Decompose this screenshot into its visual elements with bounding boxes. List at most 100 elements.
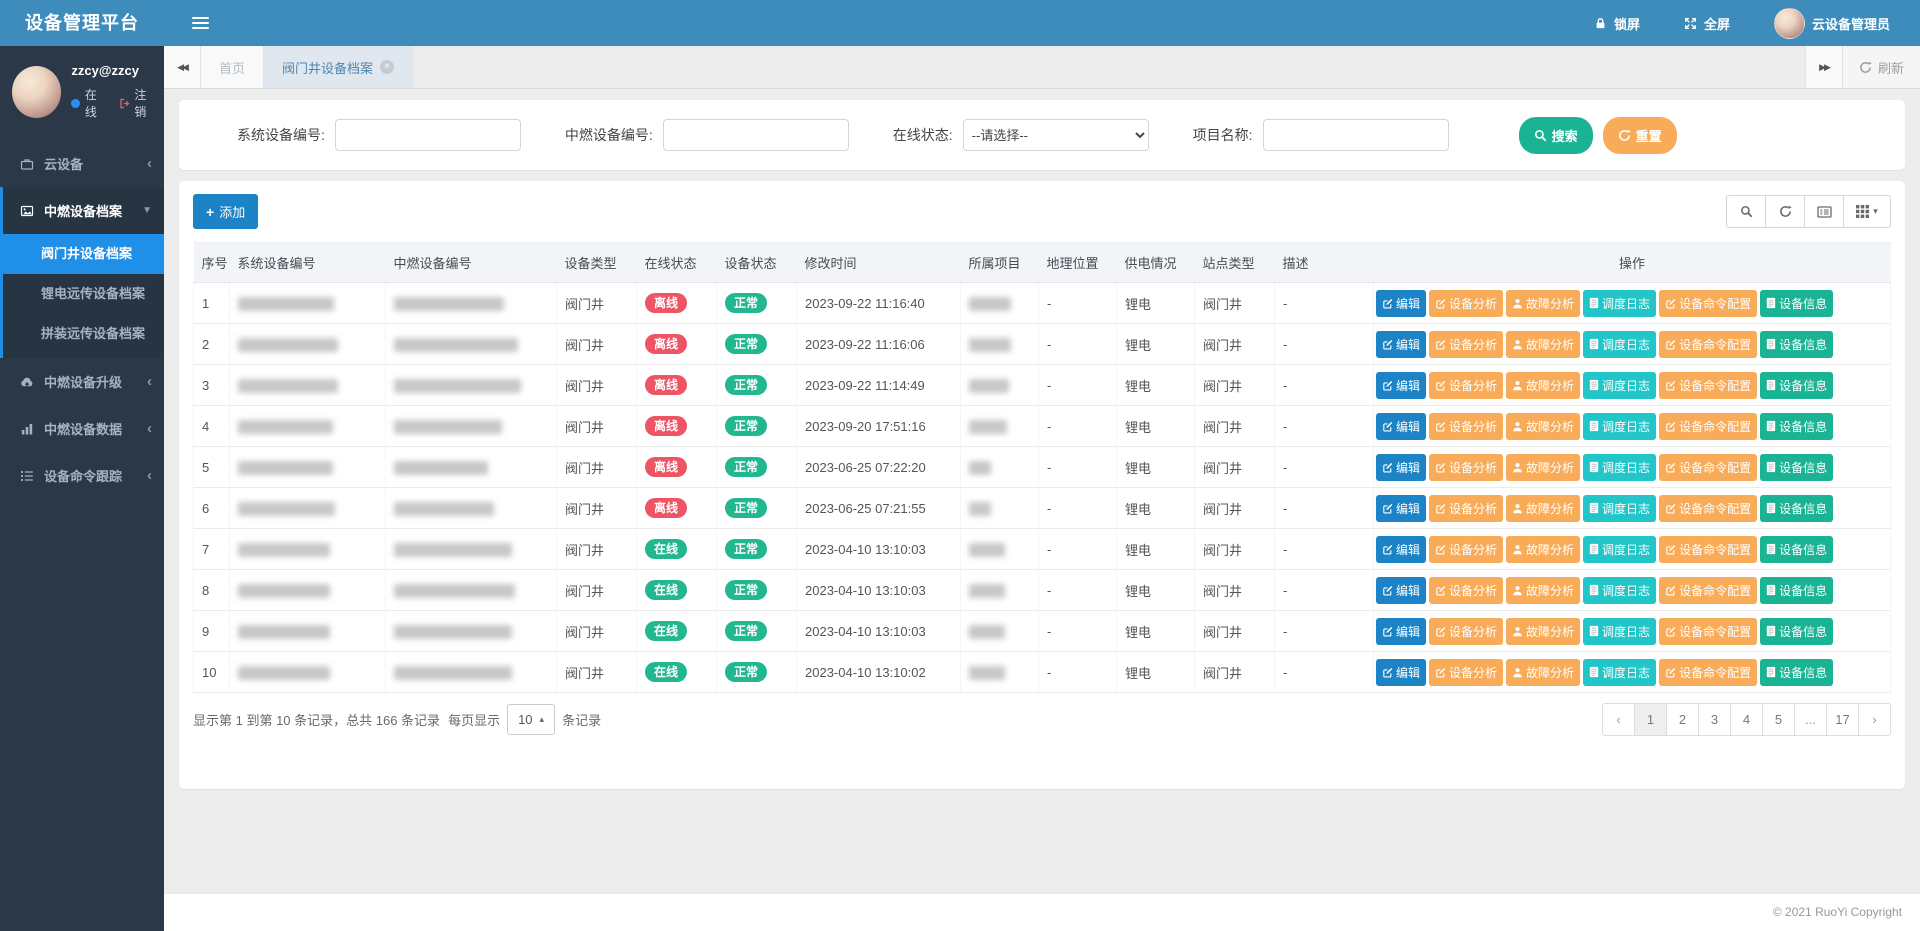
project-name-input[interactable] [1263, 119, 1449, 151]
tabs-scroll-right-button[interactable]: ▶▶ [1805, 46, 1842, 88]
dispatch-log-button[interactable]: 调度日志 [1583, 536, 1656, 563]
page-button[interactable]: 4 [1730, 703, 1763, 736]
sidebar-subitem[interactable]: 阀门井设备档案 [3, 234, 164, 274]
page-prev-button[interactable]: ‹ [1602, 703, 1635, 736]
page-button[interactable]: 17 [1826, 703, 1859, 736]
device-command-config-button[interactable]: 设备命令配置 [1659, 618, 1757, 645]
device-command-config-button[interactable]: 设备命令配置 [1659, 577, 1757, 604]
zr-device-no-input[interactable] [663, 119, 849, 151]
add-button[interactable]: + 添加 [193, 194, 258, 229]
edit-button[interactable]: 编辑 [1376, 413, 1426, 440]
table-detail-view-button[interactable] [1804, 195, 1844, 228]
device-command-config-button[interactable]: 设备命令配置 [1659, 413, 1757, 440]
user-menu[interactable]: 云设备管理员 [1774, 8, 1890, 39]
device-analysis-button[interactable]: 设备分析 [1429, 454, 1503, 481]
edit-button[interactable]: 编辑 [1376, 454, 1426, 481]
device-command-config-button[interactable]: 设备命令配置 [1659, 659, 1757, 686]
edit-button[interactable]: 编辑 [1376, 495, 1426, 522]
logout-button[interactable]: 注销 [119, 86, 156, 120]
device-info-button[interactable]: 设备信息 [1760, 331, 1833, 358]
device-analysis-button[interactable]: 设备分析 [1429, 536, 1503, 563]
dispatch-log-button[interactable]: 调度日志 [1583, 659, 1656, 686]
online-status-select[interactable]: --请选择-- [963, 119, 1149, 151]
device-analysis-button[interactable]: 设备分析 [1429, 413, 1503, 440]
fullscreen-button[interactable]: 全屏 [1684, 14, 1730, 33]
device-command-config-button[interactable]: 设备命令配置 [1659, 372, 1757, 399]
search-button[interactable]: 搜索 [1519, 117, 1593, 154]
page-button[interactable]: 2 [1666, 703, 1699, 736]
device-info-button[interactable]: 设备信息 [1760, 618, 1833, 645]
sidebar-subitem[interactable]: 锂电远传设备档案 [3, 274, 164, 314]
device-command-config-button[interactable]: 设备命令配置 [1659, 536, 1757, 563]
sidebar-item[interactable]: 中燃设备升级‹ [0, 358, 164, 405]
fault-analysis-button[interactable]: 故障分析 [1506, 618, 1580, 645]
table-refresh-button[interactable] [1765, 195, 1805, 228]
lock-screen-button[interactable]: 锁屏 [1594, 14, 1640, 33]
device-command-config-button[interactable]: 设备命令配置 [1659, 331, 1757, 358]
page-size-dropdown[interactable]: 10 ▴ [507, 704, 555, 735]
device-info-button[interactable]: 设备信息 [1760, 495, 1833, 522]
page-button[interactable]: 1 [1634, 703, 1667, 736]
edit-button[interactable]: 编辑 [1376, 618, 1426, 645]
fault-analysis-button[interactable]: 故障分析 [1506, 372, 1580, 399]
reset-button[interactable]: 重置 [1603, 117, 1677, 154]
page-button[interactable]: 5 [1762, 703, 1795, 736]
edit-button[interactable]: 编辑 [1376, 536, 1426, 563]
edit-button[interactable]: 编辑 [1376, 372, 1426, 399]
fault-analysis-button[interactable]: 故障分析 [1506, 290, 1580, 317]
page-button[interactable]: 3 [1698, 703, 1731, 736]
device-info-button[interactable]: 设备信息 [1760, 372, 1833, 399]
page-next-button[interactable]: › [1858, 703, 1891, 736]
tab-首页[interactable]: 首页 [201, 46, 264, 88]
device-analysis-button[interactable]: 设备分析 [1429, 618, 1503, 645]
edit-button[interactable]: 编辑 [1376, 331, 1426, 358]
fault-analysis-button[interactable]: 故障分析 [1506, 577, 1580, 604]
dispatch-log-button[interactable]: 调度日志 [1583, 618, 1656, 645]
refresh-tab-button[interactable]: 刷新 [1842, 46, 1920, 88]
sidebar-subitem[interactable]: 拼装远传设备档案 [3, 314, 164, 354]
dispatch-log-button[interactable]: 调度日志 [1583, 290, 1656, 317]
system-device-no-input[interactable] [335, 119, 521, 151]
close-icon[interactable]: × [380, 60, 394, 74]
fault-analysis-button[interactable]: 故障分析 [1506, 454, 1580, 481]
device-command-config-button[interactable]: 设备命令配置 [1659, 495, 1757, 522]
device-info-button[interactable]: 设备信息 [1760, 413, 1833, 440]
dispatch-log-button[interactable]: 调度日志 [1583, 495, 1656, 522]
tab-阀门井设备档案[interactable]: 阀门井设备档案× [264, 46, 413, 88]
device-info-button[interactable]: 设备信息 [1760, 577, 1833, 604]
device-command-config-button[interactable]: 设备命令配置 [1659, 290, 1757, 317]
dispatch-log-button[interactable]: 调度日志 [1583, 577, 1656, 604]
edit-button[interactable]: 编辑 [1376, 577, 1426, 604]
dispatch-log-button[interactable]: 调度日志 [1583, 454, 1656, 481]
device-analysis-button[interactable]: 设备分析 [1429, 495, 1503, 522]
cell-station-type: 阀门井 [1195, 570, 1275, 611]
device-info-button[interactable]: 设备信息 [1760, 659, 1833, 686]
dispatch-log-button[interactable]: 调度日志 [1583, 331, 1656, 358]
dispatch-log-button[interactable]: 调度日志 [1583, 413, 1656, 440]
device-analysis-button[interactable]: 设备分析 [1429, 331, 1503, 358]
fault-analysis-button[interactable]: 故障分析 [1506, 331, 1580, 358]
edit-button[interactable]: 编辑 [1376, 290, 1426, 317]
edit-button[interactable]: 编辑 [1376, 659, 1426, 686]
fault-analysis-button[interactable]: 故障分析 [1506, 659, 1580, 686]
device-analysis-button[interactable]: 设备分析 [1429, 290, 1503, 317]
device-analysis-button[interactable]: 设备分析 [1429, 372, 1503, 399]
sidebar-item[interactable]: 设备命令跟踪‹ [0, 452, 164, 499]
device-info-button[interactable]: 设备信息 [1760, 290, 1833, 317]
fault-analysis-button[interactable]: 故障分析 [1506, 495, 1580, 522]
sidebar-item[interactable]: 云设备‹ [0, 140, 164, 187]
device-info-button[interactable]: 设备信息 [1760, 536, 1833, 563]
fault-analysis-button[interactable]: 故障分析 [1506, 413, 1580, 440]
sidebar-item[interactable]: 中燃设备数据‹ [0, 405, 164, 452]
dispatch-log-button[interactable]: 调度日志 [1583, 372, 1656, 399]
sidebar-item[interactable]: 中燃设备档案▼ [3, 187, 164, 234]
device-analysis-button[interactable]: 设备分析 [1429, 659, 1503, 686]
device-command-config-button[interactable]: 设备命令配置 [1659, 454, 1757, 481]
device-info-button[interactable]: 设备信息 [1760, 454, 1833, 481]
tabs-scroll-left-button[interactable]: ◀◀ [164, 46, 201, 88]
table-search-button[interactable] [1726, 195, 1766, 228]
fault-analysis-button[interactable]: 故障分析 [1506, 536, 1580, 563]
table-columns-button[interactable]: ▾ [1843, 195, 1891, 228]
sidebar-toggle-button[interactable] [188, 10, 213, 36]
device-analysis-button[interactable]: 设备分析 [1429, 577, 1503, 604]
